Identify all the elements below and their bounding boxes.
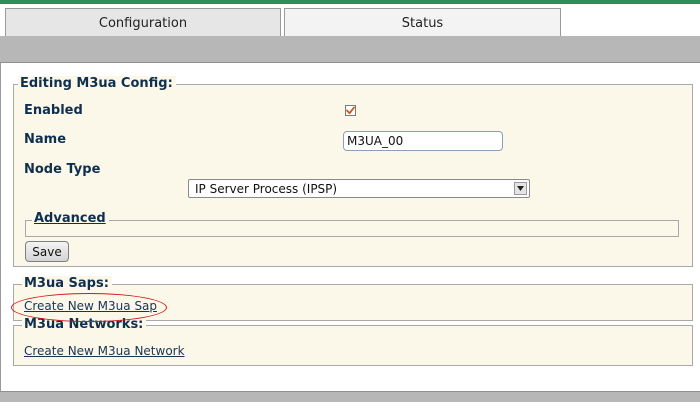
- advanced-legend: Advanced: [32, 211, 109, 226]
- tab-configuration-label: Configuration: [98, 15, 188, 31]
- editing-config-fieldset: Editing M3ua Config: Enabled Name Node T…: [13, 76, 693, 267]
- node-type-label: Node Type: [24, 162, 101, 177]
- create-m3ua-sap-link[interactable]: Create New M3ua Sap: [24, 299, 157, 313]
- m3ua-networks-fieldset: M3ua Networks: Create New M3ua Network: [13, 317, 693, 366]
- top-accent-line: [0, 0, 700, 4]
- save-button[interactable]: Save: [25, 241, 69, 262]
- main-content: Editing M3ua Config: Enabled Name Node T…: [0, 63, 700, 391]
- tab-toolbar-bar: [0, 36, 700, 62]
- tab-status[interactable]: Status: [284, 8, 561, 37]
- name-input[interactable]: [343, 131, 503, 151]
- checkmark-icon: [346, 106, 355, 115]
- advanced-fieldset: Advanced: [25, 211, 679, 237]
- advanced-toggle-link[interactable]: Advanced: [34, 211, 106, 226]
- m3ua-saps-fieldset: M3ua Saps: Create New M3ua Sap: [13, 276, 693, 321]
- editing-config-legend: Editing M3ua Config:: [18, 76, 176, 91]
- node-type-selected-value: IP Server Process (IPSP): [195, 181, 338, 196]
- m3ua-networks-legend: M3ua Networks:: [22, 317, 147, 332]
- enabled-label: Enabled: [24, 103, 83, 118]
- m3ua-saps-legend: M3ua Saps:: [22, 276, 112, 291]
- create-m3ua-network-link[interactable]: Create New M3ua Network: [24, 344, 185, 358]
- page: Configuration Status Editing M3ua Config…: [0, 0, 700, 402]
- select-arrow-button[interactable]: [514, 182, 527, 195]
- chevron-down-icon: [517, 186, 524, 191]
- tab-status-label: Status: [401, 15, 444, 31]
- enabled-checkbox[interactable]: [345, 105, 356, 116]
- node-type-select[interactable]: IP Server Process (IPSP): [188, 179, 530, 198]
- tab-configuration[interactable]: Configuration: [5, 8, 281, 37]
- bottom-bar: [0, 391, 700, 402]
- name-label: Name: [24, 132, 67, 147]
